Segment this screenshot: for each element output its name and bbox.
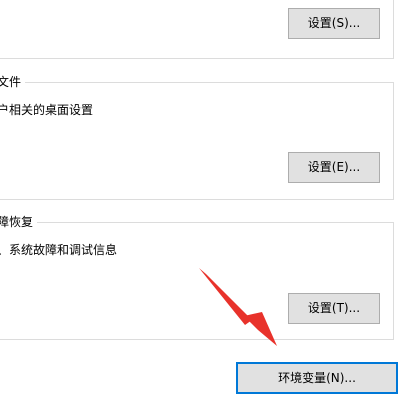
- startup-recovery-group-title: 障恢复: [0, 215, 38, 229]
- user-profiles-description: 户相关的桌面设置: [0, 103, 94, 117]
- performance-group: 设置(S)...: [0, 0, 394, 59]
- user-profiles-settings-button[interactable]: 设置(E)...: [288, 152, 380, 183]
- user-profiles-group-title: 文件: [0, 75, 26, 89]
- startup-recovery-description: 、系统故障和调试信息: [0, 243, 118, 257]
- startup-recovery-settings-button[interactable]: 设置(T)...: [288, 293, 380, 324]
- red-arrow-icon: [199, 268, 277, 346]
- system-properties-advanced-tab: 设置(S)... 文件 户相关的桌面设置 设置(E)... 障恢复 、系统故障和…: [0, 0, 400, 400]
- startup-recovery-group: 障恢复 、系统故障和调试信息 设置(T)...: [0, 215, 394, 340]
- user-profiles-group: 文件 户相关的桌面设置 设置(E)...: [0, 75, 394, 200]
- performance-settings-button[interactable]: 设置(S)...: [288, 8, 380, 39]
- environment-variables-button[interactable]: 环境变量(N)...: [236, 362, 398, 394]
